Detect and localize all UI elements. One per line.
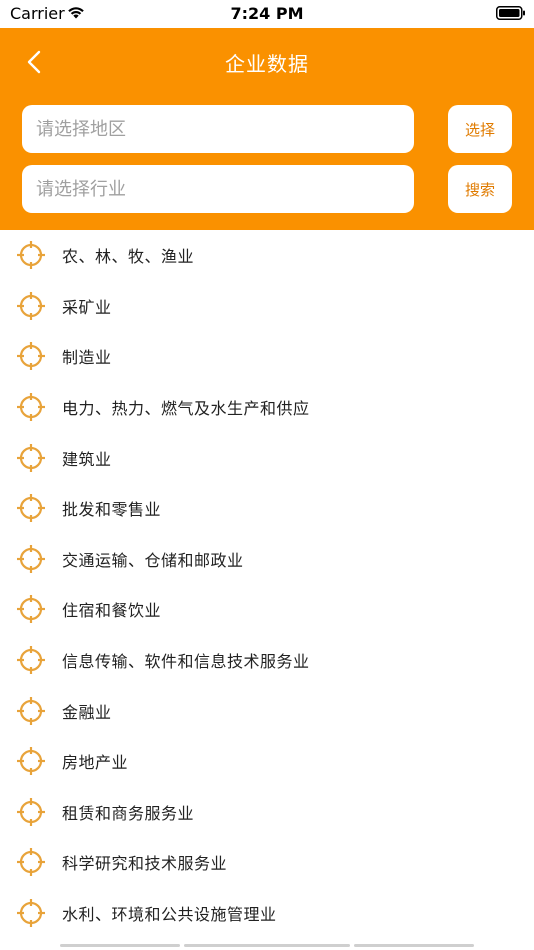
list-item-label: 房地产业 xyxy=(62,753,129,773)
search-button[interactable]: 搜索 xyxy=(448,165,512,213)
list-item-label: 农、林、牧、渔业 xyxy=(62,247,195,267)
target-crosshair-icon xyxy=(17,241,45,270)
list-item[interactable]: 采矿业 xyxy=(0,281,534,332)
page-title: 企业数据 xyxy=(225,52,309,76)
screen: Carrier 7:24 PM 企业数据 选择 搜索 农、林、牧、渔业 采矿业 … xyxy=(0,0,534,950)
list-item-label: 建筑业 xyxy=(62,449,112,469)
list-item-label: 采矿业 xyxy=(62,297,112,317)
list-item-label: 金融业 xyxy=(62,702,112,722)
industry-input[interactable] xyxy=(22,165,414,213)
divider-segment xyxy=(184,944,350,947)
industry-list: 农、林、牧、渔业 采矿业 制造业 电力、热力、燃气及水生产和供应 建筑业 批发和… xyxy=(0,230,534,938)
target-crosshair-icon xyxy=(17,544,45,573)
target-crosshair-icon xyxy=(17,747,45,776)
list-item[interactable]: 信息传输、软件和信息技术服务业 xyxy=(0,635,534,686)
list-item[interactable]: 建筑业 xyxy=(0,432,534,483)
list-item[interactable]: 制造业 xyxy=(0,331,534,382)
target-crosshair-icon xyxy=(17,848,45,877)
list-item-label: 科学研究和技术服务业 xyxy=(62,854,228,874)
divider-segment xyxy=(354,944,474,947)
target-crosshair-icon xyxy=(17,797,45,826)
target-crosshair-icon xyxy=(17,443,45,472)
target-crosshair-icon xyxy=(17,899,45,928)
list-item-label: 租赁和商务服务业 xyxy=(62,803,195,823)
list-item[interactable]: 批发和零售业 xyxy=(0,483,534,534)
list-item-label: 交通运输、仓储和邮政业 xyxy=(62,550,244,570)
battery-icon xyxy=(496,6,525,20)
status-time: 7:24 PM xyxy=(230,4,304,23)
target-crosshair-icon xyxy=(17,291,45,320)
list-item[interactable]: 电力、热力、燃气及水生产和供应 xyxy=(0,382,534,433)
list-item[interactable]: 水利、环境和公共设施管理业 xyxy=(0,888,534,939)
target-crosshair-icon xyxy=(17,494,45,523)
divider-segment xyxy=(60,944,180,947)
target-crosshair-icon xyxy=(17,595,45,624)
header: 企业数据 选择 搜索 xyxy=(0,28,534,230)
target-crosshair-icon xyxy=(17,696,45,725)
status-bar: Carrier 7:24 PM xyxy=(0,0,534,28)
list-item[interactable]: 租赁和商务服务业 xyxy=(0,787,534,838)
target-crosshair-icon xyxy=(17,393,45,422)
list-item[interactable]: 农、林、牧、渔业 xyxy=(0,230,534,281)
list-item[interactable]: 住宿和餐饮业 xyxy=(0,584,534,635)
list-item-label: 制造业 xyxy=(62,348,112,368)
list-item-label: 水利、环境和公共设施管理业 xyxy=(62,905,277,925)
bottom-divider xyxy=(0,942,534,950)
list-item[interactable]: 交通运输、仓储和邮政业 xyxy=(0,534,534,585)
target-crosshair-icon xyxy=(17,342,45,371)
list-item-label: 电力、热力、燃气及水生产和供应 xyxy=(62,399,310,419)
list-item[interactable]: 房地产业 xyxy=(0,736,534,787)
list-item-label: 批发和零售业 xyxy=(62,500,162,520)
list-item[interactable]: 科学研究和技术服务业 xyxy=(0,837,534,888)
region-input[interactable] xyxy=(22,105,414,153)
target-crosshair-icon xyxy=(17,646,45,675)
list-item[interactable]: 金融业 xyxy=(0,685,534,736)
select-button[interactable]: 选择 xyxy=(448,105,512,153)
list-item-label: 信息传输、软件和信息技术服务业 xyxy=(62,652,310,672)
list-item-label: 住宿和餐饮业 xyxy=(62,601,162,621)
